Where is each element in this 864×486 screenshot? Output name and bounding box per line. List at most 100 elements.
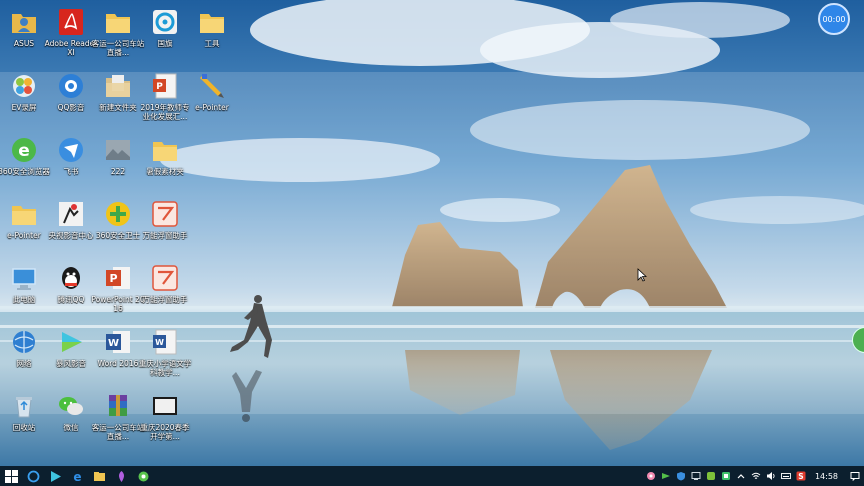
- feishu-icon: [56, 135, 86, 165]
- svg-text:S: S: [799, 472, 804, 481]
- qq-icon: [56, 263, 86, 293]
- desktop-icon-360-browser[interactable]: e 360安全浏览器: [0, 132, 50, 194]
- desktop-icon-kegroup-folder[interactable]: 客运一公司车站直播...: [92, 4, 144, 66]
- taskbar-qq-browser[interactable]: [132, 466, 154, 486]
- desktop-icon-new-folder[interactable]: 新建文件夹: [94, 68, 142, 130]
- search-icon: [27, 470, 39, 482]
- desktop-icon-asus[interactable]: ASUS: [0, 4, 48, 66]
- desktop-icon-word[interactable]: W Word 2016: [94, 324, 142, 386]
- taskbar-edge[interactable]: e: [66, 466, 88, 486]
- media-player-icon: [50, 470, 61, 482]
- screen-recorder-timer[interactable]: 00:00: [818, 3, 850, 35]
- powerpoint-icon: P: [103, 263, 133, 293]
- asus-user-folder-icon: [9, 7, 39, 37]
- desktop-icon-adobe-reader[interactable]: Adobe Reader XI: [45, 4, 97, 66]
- desktop-icon-qq-player[interactable]: QQ影音: [47, 68, 95, 130]
- word-file-icon: W: [150, 327, 180, 357]
- desktop-icon-national-flag[interactable]: 国旗: [141, 4, 189, 66]
- wps-icon: [150, 263, 180, 293]
- tray-overflow-button[interactable]: [734, 466, 749, 486]
- folder-icon: [103, 71, 133, 101]
- desktop-icon-powerpoint[interactable]: P PowerPoint 2016: [91, 260, 145, 322]
- desktop-icon-network[interactable]: 网络: [0, 324, 48, 386]
- tray-keyboard[interactable]: [779, 466, 794, 486]
- icon-label: 万能浮窗助手: [142, 295, 188, 304]
- desktop-icon-recycle-bin[interactable]: 回收站: [0, 388, 48, 450]
- tray-shield-app[interactable]: [674, 466, 689, 486]
- tray-flower-app[interactable]: [644, 466, 659, 486]
- folder-icon: [150, 135, 180, 165]
- action-center-button[interactable]: [846, 466, 864, 486]
- desktop-icon-this-pc[interactable]: 此电脑: [0, 260, 48, 322]
- desktop-icon-feishu[interactable]: 飞书: [47, 132, 95, 194]
- desktop-icon-winrar[interactable]: 客运一公司车站直播...: [92, 388, 144, 450]
- edge-icon: e: [73, 470, 81, 483]
- desktop-icon-wechat[interactable]: 微信: [47, 388, 95, 450]
- desktop-icon-tencent-qq[interactable]: 腾讯QQ: [47, 260, 95, 322]
- tray-volume[interactable]: [764, 466, 779, 486]
- taskbar: e S 14:58: [0, 466, 864, 486]
- start-button[interactable]: [0, 466, 22, 486]
- monitor-icon: [691, 472, 701, 480]
- taskbar-feather-app[interactable]: [110, 466, 132, 486]
- taskbar-explorer[interactable]: [88, 466, 110, 486]
- start-icon: [4, 469, 18, 483]
- desktop-icon-summer-folder[interactable]: 暑假素材夹: [141, 132, 189, 194]
- desktop-icon-360-security[interactable]: 360安全卫士: [94, 196, 142, 258]
- folder-icon: [9, 199, 39, 229]
- desktop-icon-ev-recorder[interactable]: EV录屏: [0, 68, 48, 130]
- svg-text:P: P: [109, 272, 117, 285]
- explorer-icon: [93, 471, 105, 481]
- wechat-icon: [56, 391, 86, 421]
- shield-icon: [677, 472, 686, 481]
- pen-pointer-icon: [197, 71, 227, 101]
- desktop-icon-e-pointer-folder[interactable]: e-Pointer: [0, 196, 48, 258]
- ppt-file-icon: P: [150, 71, 180, 101]
- word-icon: W: [103, 327, 133, 357]
- media-player-icon: [56, 327, 86, 357]
- desktop-icon-2019-ppt[interactable]: P 2019年教师专业化发展汇...: [140, 68, 190, 130]
- notification-icon: [850, 472, 860, 481]
- folder-icon: [197, 7, 227, 37]
- volume-icon: [767, 472, 775, 480]
- taskbar-clock[interactable]: 14:58: [809, 472, 846, 481]
- taskbar-media-player[interactable]: [44, 466, 66, 486]
- system-tray: S 14:58: [644, 466, 864, 486]
- adobe-reader-icon: [56, 7, 86, 37]
- computer-icon: [9, 263, 39, 293]
- cctv-center-icon: [56, 199, 86, 229]
- icon-label: 万能浮窗助手: [142, 231, 188, 240]
- desktop-icon-chongqing-doc[interactable]: W 重庆小学语文学科教学...: [139, 324, 191, 386]
- qq-browser-icon: [138, 471, 148, 481]
- desktop-icon-tools-folder[interactable]: 工具: [188, 4, 236, 66]
- icon-label: 工具: [204, 39, 220, 48]
- icon-label: 重庆小学语文学科教学...: [138, 359, 192, 377]
- timer-text: 00:00: [822, 14, 846, 24]
- icon-label: 暑假素材夹: [146, 167, 184, 176]
- desktop-icon-media-player[interactable]: 暴风影音: [47, 324, 95, 386]
- app-icon: [722, 472, 731, 480]
- tray-leaf-app[interactable]: [704, 466, 719, 486]
- tray-ime[interactable]: S: [794, 466, 809, 486]
- icon-label: e-Pointer: [195, 103, 229, 112]
- winrar-icon: [103, 391, 133, 421]
- desktop-icon-e-pointer[interactable]: e-Pointer: [188, 68, 236, 130]
- ppt-player-icon: [150, 7, 180, 37]
- chevron-up-icon: [738, 474, 745, 479]
- icon-label: 重庆2020春季开学第...: [140, 423, 190, 441]
- image-file-icon: [103, 135, 133, 165]
- tray-network[interactable]: [749, 466, 764, 486]
- desktop-icon-222[interactable]: 222: [94, 132, 142, 194]
- video-file-icon: [150, 391, 180, 421]
- desktop-icon-float-helper-2[interactable]: 万能浮窗助手: [141, 260, 189, 322]
- svg-text:P: P: [156, 82, 163, 92]
- recycle-bin-icon: [9, 391, 39, 421]
- desktop-icon-chongqing-video[interactable]: 重庆2020春季开学第...: [140, 388, 190, 450]
- mouse-cursor-icon: [637, 267, 648, 282]
- desktop-icon-cctv-center[interactable]: 央视影音中心: [47, 196, 95, 258]
- tray-green-arrow-app[interactable]: [659, 466, 674, 486]
- desktop-icon-float-helper-1[interactable]: 万能浮窗助手: [141, 196, 189, 258]
- tray-monitor-app[interactable]: [689, 466, 704, 486]
- taskbar-search-button[interactable]: [22, 466, 44, 486]
- tray-app[interactable]: [719, 466, 734, 486]
